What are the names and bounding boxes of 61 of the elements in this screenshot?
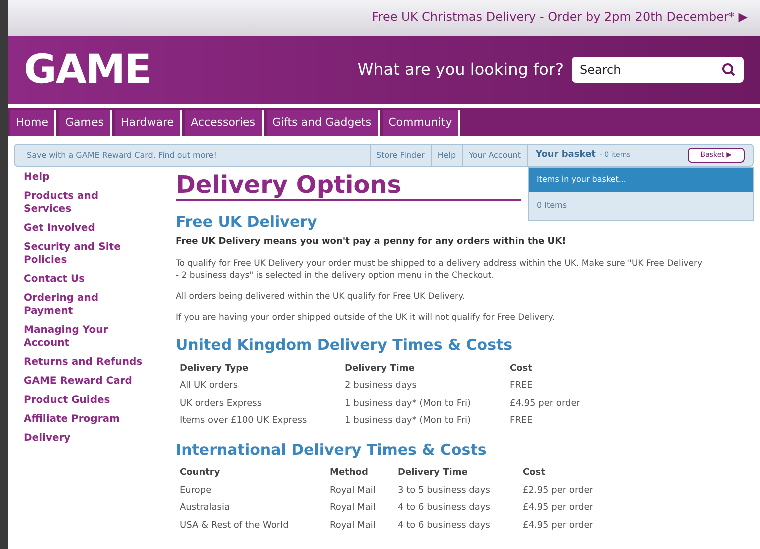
column-header: Country (180, 468, 220, 478)
table-cell: Europe (180, 486, 212, 496)
table-cell: USA & Rest of the World (180, 520, 289, 530)
nav-tab[interactable]: Home (10, 110, 56, 136)
paragraph: To qualify for Free UK Delivery your order must be shipped to a delivery address within the UK. Make sure "UK Free Delivery - 2 business days" is selected in the delivery option menu in the Checkout. (176, 258, 704, 282)
column-header: Delivery Type (180, 364, 249, 374)
column-header: Method (330, 468, 368, 478)
table-cell: Royal Mail (330, 486, 376, 496)
sidebar-link[interactable]: Help (24, 171, 144, 184)
column-header: Delivery Time (398, 468, 468, 478)
column-header: Cost (523, 468, 546, 478)
table-cell: 2 business days (345, 381, 417, 391)
nav-tab[interactable]: Accessories (185, 110, 264, 136)
sidebar-link[interactable]: Managing Your Account (24, 324, 144, 350)
column-header: Delivery Time (345, 364, 415, 374)
sidebar-link[interactable]: Affiliate Program (24, 413, 144, 426)
sidebar-link[interactable]: Security and Site Policies (24, 241, 144, 267)
search-icon (722, 63, 736, 77)
table-cell: £4.95 per order (523, 520, 594, 530)
section-heading: United Kingdom Delivery Times & Costs (176, 335, 514, 356)
sidebar-link[interactable]: Returns and Refunds (24, 356, 144, 369)
table-cell: £4.95 per order (523, 503, 594, 513)
table-cell: Royal Mail (330, 503, 376, 513)
sidebar-link[interactable]: GAME Reward Card (24, 375, 144, 388)
sidebar-link[interactable]: Ordering and Payment (24, 292, 144, 318)
section-heading: International Delivery Times & Costs (176, 440, 488, 460)
basket-menu-header: Items in your basket... (529, 168, 753, 192)
table-cell: £4.95 per order (510, 398, 580, 408)
search-field[interactable]: Search (572, 57, 744, 83)
logo: GAME (24, 46, 151, 95)
table-cell: FREE (510, 381, 533, 391)
table-cell: 4 to 6 business days (398, 520, 490, 530)
sidebar-link[interactable]: Contact Us (24, 273, 144, 286)
table-cell: Royal Mail (330, 520, 376, 530)
table-cell: 3 to 5 business days (398, 486, 490, 496)
basket-label: Your basket (536, 148, 596, 162)
search-prompt: What are you looking for? (358, 59, 564, 81)
table-cell: 1 business day* (Mon to Fri) (345, 416, 472, 426)
table-cell: Items over £100 UK Express (180, 416, 308, 426)
table-cell: 4 to 6 business days (398, 503, 490, 513)
basket-items-count: 0 Items (536, 200, 568, 212)
sidebar-link[interactable]: Delivery (24, 432, 144, 445)
section-heading: Free UK Delivery (176, 212, 318, 233)
table-cell: All UK orders (180, 381, 238, 391)
sidebar-link[interactable]: Products and Services (24, 190, 144, 216)
paragraph: If you are having your order shipped outside of the UK it will not qualify for Free Delivery. (176, 312, 556, 324)
sidebar-link[interactable]: Product Guides (24, 394, 144, 407)
table-cell: UK orders Express (180, 398, 262, 408)
column-header: Cost (510, 364, 532, 374)
table-cell: 1 business day* (Mon to Fri) (345, 398, 472, 408)
nav-tab[interactable]: Games (59, 110, 112, 136)
page-title: Delivery Options (176, 171, 521, 201)
lead-text: Free UK Delivery means you won't pay a penny for any orders within the UK! (176, 236, 568, 248)
table-cell: FREE (510, 416, 533, 426)
nav-tab[interactable]: Gifts and Gadgets (266, 110, 380, 136)
paragraph: All orders being delivered within the UK qualify for Free UK Delivery. (176, 291, 466, 303)
nav-tab[interactable]: Hardware (114, 110, 182, 136)
nav-tab[interactable]: Community (382, 110, 460, 136)
sidebar-link[interactable]: Get Involved (24, 222, 144, 235)
table-cell: Australasia (180, 503, 230, 513)
table-cell: £2.95 per order (523, 486, 594, 496)
